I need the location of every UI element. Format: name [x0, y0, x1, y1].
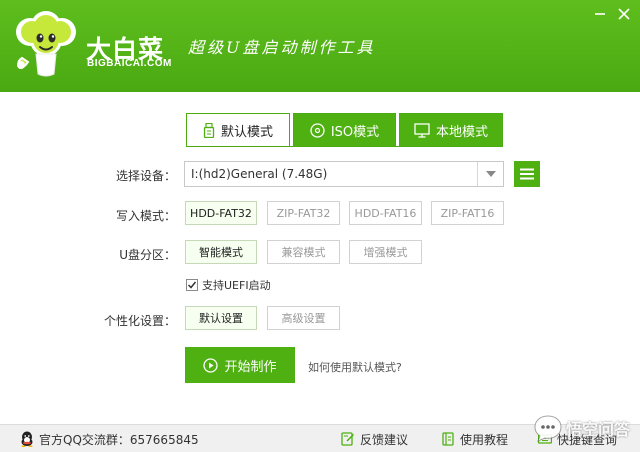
- tutorial-link[interactable]: 使用教程: [441, 431, 508, 447]
- uefi-checkbox[interactable]: [186, 279, 198, 291]
- uefi-option[interactable]: 支持UEFI启动: [186, 277, 271, 293]
- slogan: 超级U盘启动制作工具: [188, 38, 376, 57]
- qq-penguin-icon: [21, 431, 33, 447]
- monitor-icon: [414, 122, 430, 138]
- tab-iso-mode[interactable]: ISO模式: [293, 113, 396, 147]
- disc-icon: [310, 122, 325, 138]
- watermark: 悟空问答: [533, 408, 630, 448]
- minimize-icon: [595, 13, 605, 15]
- checkmark-icon: [187, 281, 197, 289]
- advanced-settings-button[interactable]: 高级设置: [267, 306, 340, 330]
- tutorial-label: 使用教程: [460, 432, 509, 447]
- feedback-icon: [341, 432, 355, 446]
- uefi-label: 支持UEFI启动: [202, 279, 271, 292]
- tab-local-label: 本地模式: [435, 124, 488, 140]
- close-button[interactable]: [614, 6, 634, 22]
- start-label: 开始制作: [224, 359, 277, 375]
- default-settings-button[interactable]: 默认设置: [185, 306, 257, 330]
- close-icon: [618, 8, 630, 20]
- write-mode-hdd-fat16[interactable]: HDD-FAT16: [349, 201, 422, 225]
- device-menu-button[interactable]: [514, 161, 540, 187]
- tab-local-mode[interactable]: 本地模式: [399, 113, 503, 147]
- header-bar: 大白菜 BIGBAICAI.COM 超级U盘启动制作工具: [0, 0, 640, 92]
- partition-label: U盘分区：: [119, 248, 176, 262]
- write-mode-zip-fat16[interactable]: ZIP-FAT16: [431, 201, 504, 225]
- feedback-label: 反馈建议: [360, 432, 409, 447]
- feedback-link[interactable]: 反馈建议: [341, 431, 408, 447]
- cabbage-mascot-icon: [16, 11, 76, 77]
- tutorial-book-icon: [442, 432, 454, 446]
- app-window: 大白菜 BIGBAICAI.COM 超级U盘启动制作工具 默认模式 ISO模式 …: [0, 0, 640, 452]
- device-label: 选择设备：: [115, 169, 176, 183]
- tab-default-label: 默认模式: [220, 124, 273, 140]
- write-mode-label: 写入模式：: [115, 209, 176, 223]
- tab-iso-label: ISO模式: [330, 124, 380, 140]
- usb-drive-icon: [203, 122, 215, 138]
- dropdown-arrow[interactable]: [477, 162, 503, 186]
- personalize-label: 个性化设置：: [103, 314, 176, 328]
- partition-mode-enhanced[interactable]: 增强模式: [349, 240, 422, 264]
- partition-mode-smart[interactable]: 智能模式: [185, 240, 257, 264]
- device-select[interactable]: I:(hd2)General (7.48G): [184, 161, 504, 187]
- tab-divider: [186, 146, 503, 147]
- qq-group-text: 官方QQ交流群：657665845: [39, 432, 199, 447]
- tab-default-mode[interactable]: 默认模式: [186, 113, 290, 147]
- chevron-down-icon: [485, 171, 496, 177]
- partition-mode-compatible[interactable]: 兼容模式: [267, 240, 340, 264]
- watermark-text: 悟空问答: [566, 420, 631, 439]
- brand-name-en: BIGBAICAI.COM: [87, 58, 172, 69]
- write-mode-zip-fat32[interactable]: ZIP-FAT32: [267, 201, 340, 225]
- write-mode-hdd-fat32[interactable]: HDD-FAT32: [185, 201, 257, 225]
- device-value: I:(hd2)General (7.48G): [191, 167, 328, 181]
- hamburger-menu-icon: [520, 168, 534, 180]
- speech-bubble-icon: [534, 415, 562, 442]
- start-button[interactable]: 开始制作: [185, 347, 295, 383]
- qq-group: 官方QQ交流群：657665845: [20, 431, 199, 447]
- play-icon: [203, 357, 219, 373]
- help-link[interactable]: 如何使用默认模式?: [308, 359, 402, 375]
- minimize-button[interactable]: [590, 6, 610, 22]
